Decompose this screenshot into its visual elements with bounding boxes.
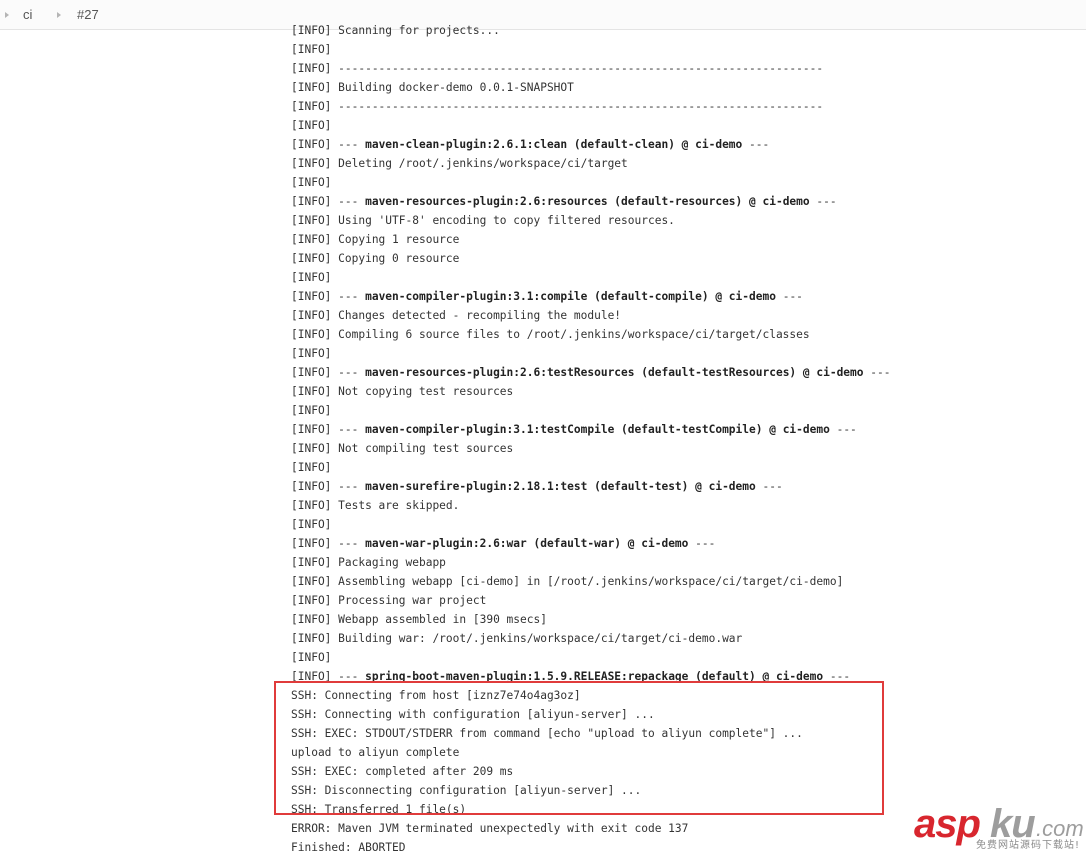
console-line-text: [INFO] Copying 1 resource xyxy=(291,233,460,246)
console-line-text: Finished: ABORTED xyxy=(291,841,406,854)
console-line-text: --- xyxy=(809,195,837,208)
console-line-text: [INFO] --- xyxy=(291,423,366,436)
console-line-text: [INFO] Not copying test resources xyxy=(291,385,514,398)
console-line-text: [INFO] xyxy=(291,518,332,531)
console-line-text: [INFO] xyxy=(291,176,332,189)
console-line-text: [INFO] Changes detected - recompiling th… xyxy=(291,309,622,322)
console-line: [INFO] Building war: /root/.jenkins/work… xyxy=(291,629,890,648)
console-line: [INFO] Building docker-demo 0.0.1-SNAPSH… xyxy=(291,78,890,97)
console-line-text: [INFO] xyxy=(291,651,332,664)
console-line-text: ERROR: Maven JVM terminated unexpectedly… xyxy=(291,822,689,835)
console-line: [INFO] --- maven-compiler-plugin:3.1:tes… xyxy=(291,420,890,439)
console-line-text: [INFO] xyxy=(291,43,332,56)
console-line: [INFO] --- maven-war-plugin:2.6:war (def… xyxy=(291,534,890,553)
watermark-brand-com: .com xyxy=(1036,816,1084,841)
console-line: [INFO] Assembling webapp [ci-demo] in [/… xyxy=(291,572,890,591)
console-line: [INFO] Not compiling test sources xyxy=(291,439,890,458)
console-line: [INFO] Processing war project xyxy=(291,591,890,610)
jenkins-console-page: ci #27 [INFO] Scanning for projects... [I… xyxy=(0,0,1086,860)
console-line-text: [INFO] Webapp assembled in [390 msecs] xyxy=(291,613,547,626)
console-line-text: [INFO] --- xyxy=(291,138,366,151)
console-line-goal: maven-compiler-plugin:3.1:compile (defau… xyxy=(365,290,776,303)
console-line: [INFO] xyxy=(291,173,890,192)
chevron-right-icon xyxy=(5,12,9,18)
console-line: [INFO] ---------------------------------… xyxy=(291,97,890,116)
console-line: Finished: ABORTED xyxy=(291,838,890,857)
console-line: [INFO] Using 'UTF-8' encoding to copy fi… xyxy=(291,211,890,230)
console-line-text: [INFO] Building docker-demo 0.0.1-SNAPSH… xyxy=(291,81,574,94)
console-line-text: [INFO] Processing war project xyxy=(291,594,487,607)
highlight-box xyxy=(274,681,884,815)
console-line-text: [INFO] xyxy=(291,461,332,474)
console-line-text: [INFO] Packaging webapp xyxy=(291,556,446,569)
console-line: [INFO] Tests are skipped. xyxy=(291,496,890,515)
console-line-text: [INFO] Assembling webapp [ci-demo] in [/… xyxy=(291,575,844,588)
console-line: [INFO] xyxy=(291,268,890,287)
console-line-text: --- xyxy=(742,138,770,151)
console-line-text: --- xyxy=(688,537,716,550)
console-line-goal: maven-compiler-plugin:3.1:testCompile (d… xyxy=(365,423,830,436)
console-line: [INFO] xyxy=(291,515,890,534)
console-line: [INFO] xyxy=(291,648,890,667)
console-line: [INFO] xyxy=(291,401,890,420)
chevron-right-icon xyxy=(57,12,61,18)
console-line-text: [INFO] xyxy=(291,404,332,417)
console-line-text: [INFO] Not compiling test sources xyxy=(291,442,514,455)
console-line: [INFO] Scanning for projects... xyxy=(291,21,890,40)
console-line-text: [INFO] Deleting /root/.jenkins/workspace… xyxy=(291,157,628,170)
console-line-goal: maven-clean-plugin:2.6.1:clean (default-… xyxy=(365,138,743,151)
console-line: [INFO] Copying 1 resource xyxy=(291,230,890,249)
console-line: [INFO] --- maven-surefire-plugin:2.18.1:… xyxy=(291,477,890,496)
console-line-text: --- xyxy=(863,366,891,379)
console-line: [INFO] Changes detected - recompiling th… xyxy=(291,306,890,325)
console-line-text: [INFO] --- xyxy=(291,366,366,379)
console-line: ERROR: Maven JVM terminated unexpectedly… xyxy=(291,819,890,838)
console-line: [INFO] xyxy=(291,458,890,477)
console-line: [INFO] xyxy=(291,40,890,59)
console-line: [INFO] xyxy=(291,344,890,363)
console-line-text: [INFO] Compiling 6 source files to /root… xyxy=(291,328,810,341)
console-line-goal: maven-resources-plugin:2.6:resources (de… xyxy=(365,195,810,208)
breadcrumb-item-build[interactable]: #27 xyxy=(77,7,99,23)
breadcrumb-item-job[interactable]: ci xyxy=(23,7,32,23)
console-line-text: [INFO] Using 'UTF-8' encoding to copy fi… xyxy=(291,214,675,227)
console-line: [INFO] --- maven-resources-plugin:2.6:te… xyxy=(291,363,890,382)
console-line-text: --- xyxy=(755,480,783,493)
console-line-text: [INFO] --- xyxy=(291,290,366,303)
console-line-text: --- xyxy=(829,423,857,436)
console-line: [INFO] xyxy=(291,116,890,135)
console-line: [INFO] Deleting /root/.jenkins/workspace… xyxy=(291,154,890,173)
console-line-text: [INFO] --- xyxy=(291,480,366,493)
console-line-text: [INFO] Copying 0 resource xyxy=(291,252,460,265)
console-line-text: [INFO] Tests are skipped. xyxy=(291,499,460,512)
console-line-goal: maven-war-plugin:2.6:war (default-war) @… xyxy=(365,537,689,550)
watermark-logo: asp ku .com 免费网站源码下载站! xyxy=(908,800,1084,856)
watermark-brand-asp: asp xyxy=(914,802,981,846)
console-line: [INFO] Webapp assembled in [390 msecs] xyxy=(291,610,890,629)
console-line-text: [INFO] Building war: /root/.jenkins/work… xyxy=(291,632,743,645)
console-line-text: [INFO] xyxy=(291,347,332,360)
console-line-goal: maven-resources-plugin:2.6:testResources… xyxy=(365,366,864,379)
console-line: [INFO] --- maven-resources-plugin:2.6:re… xyxy=(291,192,890,211)
console-line: [INFO] Copying 0 resource xyxy=(291,249,890,268)
console-line: [INFO] --- maven-clean-plugin:2.6.1:clea… xyxy=(291,135,890,154)
console-line: [INFO] --- maven-compiler-plugin:3.1:com… xyxy=(291,287,890,306)
console-line-text: [INFO] --- xyxy=(291,195,366,208)
console-line: [INFO] Packaging webapp xyxy=(291,553,890,572)
console-line-text: [INFO] Scanning for projects... xyxy=(291,24,500,37)
console-line-text: --- xyxy=(775,290,803,303)
console-line-goal: maven-surefire-plugin:2.18.1:test (defau… xyxy=(365,480,756,493)
console-line-text: [INFO] xyxy=(291,271,332,284)
console-line-text: [INFO] --- xyxy=(291,537,366,550)
console-line-text: [INFO] ---------------------------------… xyxy=(291,100,824,113)
console-line-text: [INFO] xyxy=(291,119,332,132)
console-line: [INFO] ---------------------------------… xyxy=(291,59,890,78)
console-line: [INFO] Compiling 6 source files to /root… xyxy=(291,325,890,344)
console-line-text: [INFO] ---------------------------------… xyxy=(291,62,824,75)
console-line: [INFO] Not copying test resources xyxy=(291,382,890,401)
watermark-tagline: 免费网站源码下载站! xyxy=(976,840,1081,851)
